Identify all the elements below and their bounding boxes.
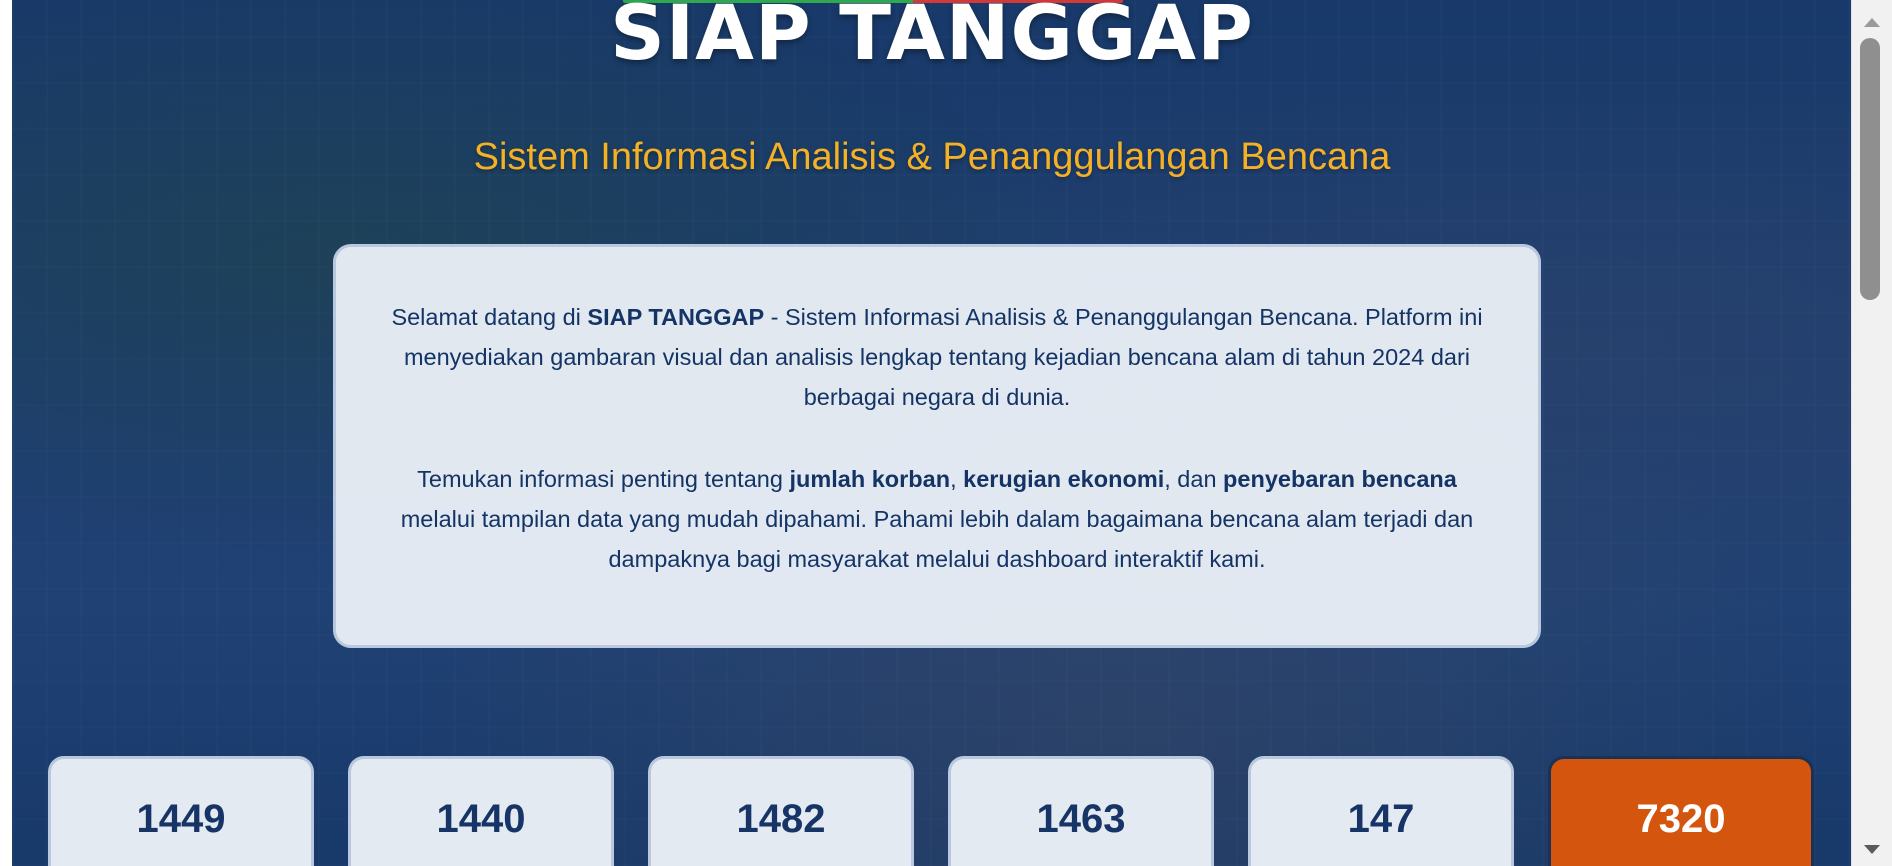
stat-card: 1482 [648,756,914,866]
intro-brand-name: SIAP TANGGAP [587,304,765,330]
hero-section: SIAP TANGGAP Sistem Informasi Analisis &… [12,0,1852,866]
scroll-down-arrow-icon[interactable] [1864,845,1880,854]
stat-value: 1449 [136,797,226,841]
stat-value: 1463 [1036,797,1126,841]
scrollbar-thumb[interactable] [1860,38,1880,300]
intro-paragraph-2: Temukan informasi penting tentang jumlah… [400,466,1474,572]
stat-value: 147 [1347,797,1415,841]
vertical-scrollbar[interactable] [1851,0,1892,866]
stat-value: 1440 [436,797,526,841]
stat-card: 147 [1248,756,1514,866]
stats-row: 1449 1440 1482 1463 147 7320 [12,756,1852,866]
intro-paragraph-1: Selamat datang di SIAP TANGGAP - Sistem … [391,304,1483,410]
page-title: SIAP TANGGAP [610,0,1254,77]
page-subtitle: Sistem Informasi Analisis & Penanggulang… [473,136,1391,178]
stat-card: 1440 [348,756,614,866]
scroll-up-arrow-icon[interactable] [1864,18,1880,27]
intro-card: Selamat datang di SIAP TANGGAP - Sistem … [333,244,1541,648]
stat-card-total: 7320 [1548,756,1814,866]
stat-value: 1482 [736,797,826,841]
stat-value: 7320 [1636,797,1726,841]
stat-card: 1463 [948,756,1214,866]
stat-card: 1449 [48,756,314,866]
